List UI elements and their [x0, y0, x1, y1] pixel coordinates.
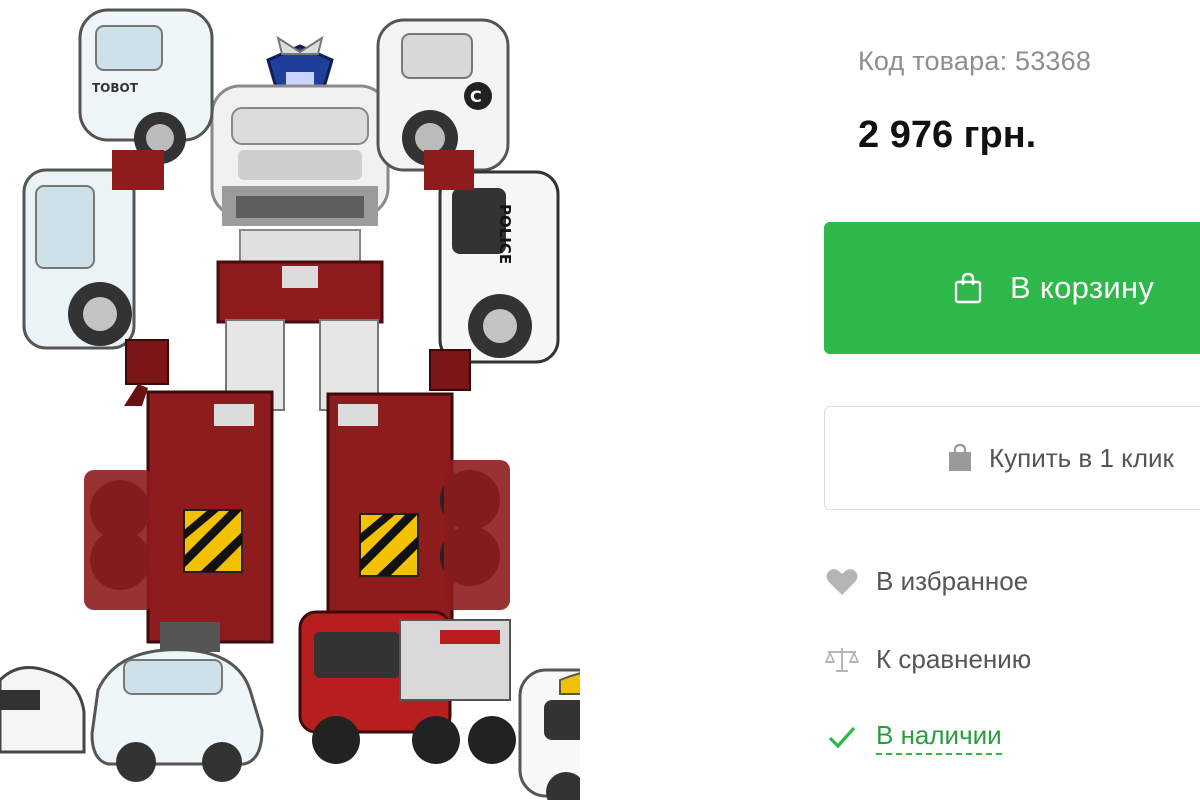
product-image[interactable]: TOBOT C POLICE [0, 0, 580, 800]
car-label-tobot: TOBOT [92, 81, 139, 95]
bag-filled-icon [949, 444, 971, 471]
add-to-cart-label: В корзину [1010, 270, 1155, 305]
checkmark-icon [824, 723, 860, 753]
favorites-label: В избранное [876, 566, 1029, 596]
shopping-bag-icon [954, 272, 982, 304]
product-sku: Код товара: 53368 [858, 46, 1092, 76]
product-page: TOBOT C POLICE Код товара: 53368 2 976 г… [0, 0, 1200, 800]
stock-status: В наличии [824, 720, 1002, 755]
heart-icon [824, 567, 860, 597]
product-price: 2 976 грн. [858, 114, 1037, 156]
compare-label: К сравнению [876, 644, 1032, 674]
stock-status-label: В наличии [876, 720, 1002, 755]
robot-toy-illustration: TOBOT C POLICE [0, 8, 580, 800]
scales-icon [824, 645, 860, 675]
shoulder-badge: C [470, 87, 482, 106]
add-to-favorites-link[interactable]: В избранное [824, 566, 1028, 597]
buy-one-click-button[interactable]: Купить в 1 клик [824, 406, 1200, 510]
police-label: POLICE [496, 204, 514, 264]
add-to-cart-button[interactable]: В корзину [824, 222, 1200, 354]
buy-one-click-label: Купить в 1 клик [989, 442, 1174, 473]
add-to-compare-link[interactable]: К сравнению [824, 644, 1031, 675]
product-info-panel: Код товара: 53368 2 976 грн. В корзину К… [824, 0, 1200, 800]
